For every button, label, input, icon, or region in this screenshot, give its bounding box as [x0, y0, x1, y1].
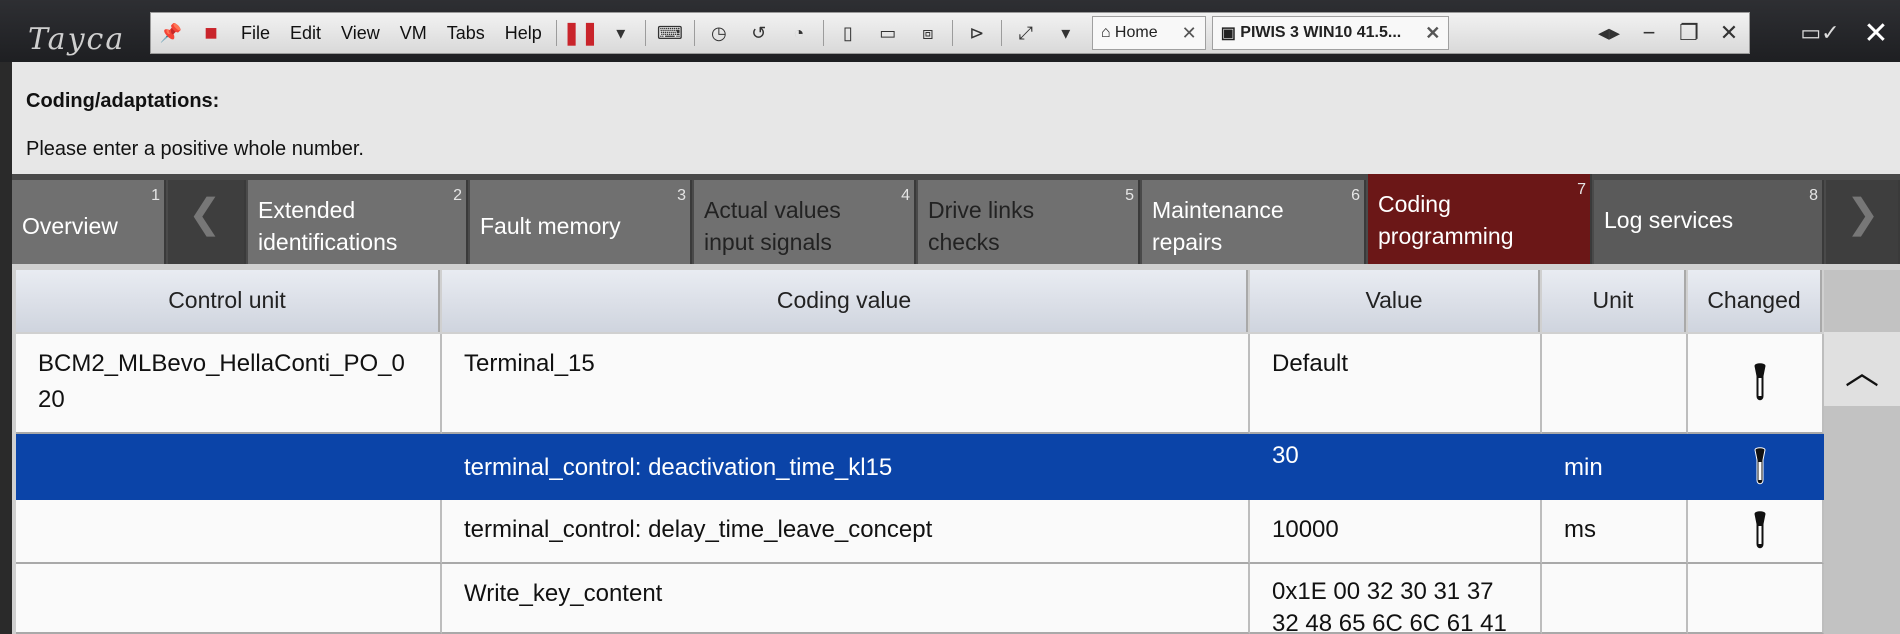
wrench-icon: [1754, 447, 1766, 485]
page-title: Coding/adaptations:: [26, 90, 220, 112]
value-cell: Default: [1250, 334, 1542, 434]
chevron-left-icon[interactable]: ❮: [168, 180, 246, 264]
column-header-unit[interactable]: Unit: [1542, 270, 1686, 332]
function-tabs: 1 Overview ❮ 2 Extended identifications …: [12, 174, 1900, 264]
snapshot-manager-icon[interactable]: ◔: [785, 19, 813, 47]
unit-cell: [1542, 564, 1688, 634]
tab-log-services[interactable]: 8 Log services: [1594, 180, 1824, 264]
wrench-icon: [1754, 511, 1766, 549]
menu-view[interactable]: View: [331, 13, 390, 53]
minimize-icon[interactable]: −: [1635, 19, 1663, 47]
unit-cell: ms: [1542, 500, 1688, 564]
changed-cell: [1688, 500, 1824, 564]
tab-scroll-arrows-icon[interactable]: ◂▸: [1595, 19, 1623, 47]
scrollbar[interactable]: ︿: [1824, 270, 1900, 634]
wrench-icon: [1754, 363, 1766, 401]
fit-window-icon[interactable]: ⧈: [914, 19, 942, 47]
pause-icon[interactable]: ❚❚: [562, 19, 599, 47]
control-unit-cell: [16, 564, 442, 634]
status-message: Please enter a positive whole number.: [26, 138, 364, 160]
tab-fault-memory[interactable]: 3 Fault memory: [470, 180, 692, 264]
value-cell[interactable]: 30: [1250, 434, 1542, 500]
tab-maintenance[interactable]: 6 Maintenance repairs: [1142, 180, 1366, 264]
changed-cell: [1688, 334, 1824, 434]
changed-cell: [1688, 564, 1824, 634]
brand-logo: Tayca: [28, 22, 126, 57]
vm-menu-bar: 📌 ■ File Edit View VM Tabs Help ❚❚ ▾ ⌨ ◷…: [150, 12, 1750, 54]
sidebar-toggle-icon[interactable]: ▯: [834, 19, 862, 47]
value-cell: 10000: [1250, 500, 1542, 564]
revert-snapshot-icon[interactable]: ↺: [745, 19, 773, 47]
snapshot-icon[interactable]: ◷: [705, 19, 733, 47]
menu-edit[interactable]: Edit: [280, 13, 331, 53]
tab-drive-links[interactable]: 5 Drive links checks: [918, 180, 1140, 264]
message-panel: Coding/adaptations: Please enter a posit…: [12, 62, 1900, 174]
scroll-up-icon[interactable]: ︿: [1824, 332, 1900, 406]
menu-file[interactable]: File: [231, 13, 280, 53]
value-cell: 0x1E 00 32 30 31 37 32 48 65 6C 6C 61 41: [1250, 564, 1542, 634]
send-keys-icon[interactable]: ⌨: [656, 19, 684, 47]
changed-cell: [1688, 434, 1824, 500]
chevron-down-icon[interactable]: ▾: [607, 19, 635, 47]
column-header-coding-value[interactable]: Coding value: [442, 270, 1248, 332]
tab-piwis[interactable]: ▣ PIWIS 3 WIN10 41.5... ✕: [1211, 16, 1450, 50]
coding-table: Control unit Coding value Value Unit Cha…: [12, 264, 1900, 634]
chevron-right-icon[interactable]: ❯: [1826, 180, 1900, 264]
control-unit-cell: [16, 500, 442, 564]
restore-icon[interactable]: ❐: [1675, 19, 1703, 47]
tab-actual-values[interactable]: 4 Actual values input signals: [694, 180, 916, 264]
vm-toolbar: Tayca 📌 ■ File Edit View VM Tabs Help ❚❚…: [0, 0, 1900, 62]
screen: Tayca 📌 ■ File Edit View VM Tabs Help ❚❚…: [0, 0, 1900, 634]
close-icon[interactable]: ✕: [1425, 23, 1440, 44]
unit-cell: [1542, 334, 1688, 434]
control-unit-cell: BCM2_MLBevo_HellaConti_PO_0 20: [16, 334, 442, 434]
close-icon[interactable]: ✕: [1715, 19, 1743, 47]
coding-value-cell: Terminal_15: [442, 334, 1250, 434]
menu-help[interactable]: Help: [495, 13, 552, 53]
home-icon: ⌂: [1100, 24, 1115, 41]
tab-home[interactable]: ⌂ Home ✕: [1091, 16, 1206, 50]
vm-app-icon[interactable]: ■: [197, 19, 225, 47]
fullscreen-icon[interactable]: ⤢: [1012, 19, 1040, 47]
menu-vm[interactable]: VM: [390, 13, 437, 53]
menu-tabs[interactable]: Tabs: [437, 13, 495, 53]
console-icon[interactable]: ⊳: [963, 19, 991, 47]
coding-value-cell: terminal_control: deactivation_time_kl15: [442, 434, 1250, 500]
unit-cell: min: [1542, 434, 1688, 500]
column-header-control-unit[interactable]: Control unit: [16, 270, 440, 332]
confirm-icon[interactable]: ▭✓: [1788, 12, 1852, 54]
tab-coding-programming[interactable]: 7 Coding programming: [1368, 174, 1592, 264]
control-unit-cell: [16, 434, 442, 500]
tab-overview[interactable]: 1 Overview: [12, 180, 166, 264]
chevron-down-icon[interactable]: ▾: [1052, 19, 1080, 47]
close-icon[interactable]: ✕: [1182, 23, 1197, 44]
column-header-changed[interactable]: Changed: [1688, 270, 1822, 332]
vm-icon: ▣: [1220, 25, 1241, 42]
tab-extended-identifications[interactable]: 2 Extended identifications: [248, 180, 468, 264]
pin-icon[interactable]: 📌: [157, 19, 185, 47]
column-header-value[interactable]: Value: [1250, 270, 1540, 332]
coding-value-cell: terminal_control: delay_time_leave_conce…: [442, 500, 1250, 564]
coding-value-cell: Write_key_content: [442, 564, 1250, 634]
thumbnail-bar-icon[interactable]: ▭: [874, 19, 902, 47]
close-icon[interactable]: ✕: [1852, 12, 1900, 54]
